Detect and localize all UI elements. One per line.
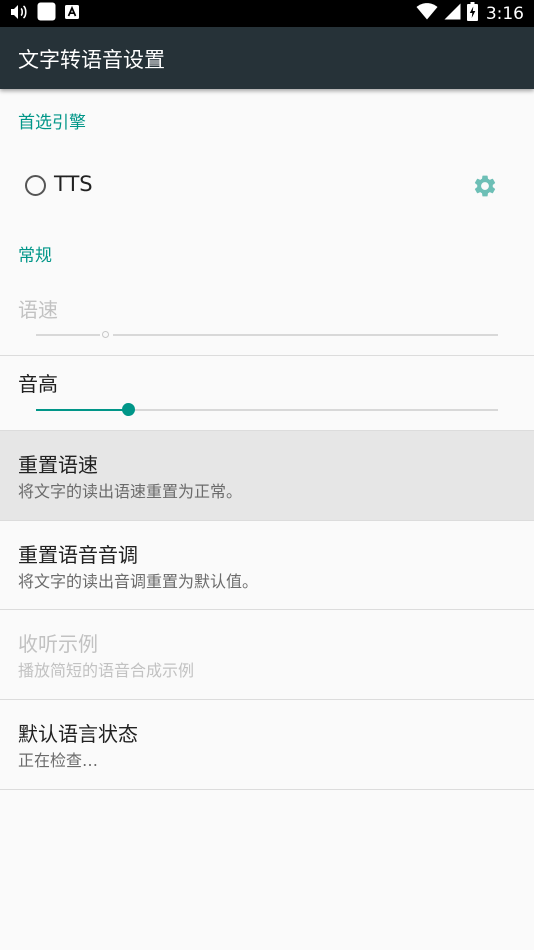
item-title: 收听示例: [18, 632, 98, 656]
reset-pitch-item[interactable]: 重置语音音调 将文字的读出音调重置为默认值。: [0, 521, 534, 610]
default-language-status-item[interactable]: 默认语言状态 正在检查…: [0, 700, 534, 789]
item-subtitle: 正在检查…: [18, 751, 99, 770]
item-title: 重置语音音调: [18, 543, 138, 567]
notification-square-icon: [37, 2, 56, 25]
pitch-track-inactive: [128, 409, 498, 411]
speech-rate-track-right: [113, 334, 498, 336]
divider: [0, 789, 534, 790]
battery-charging-icon: [466, 2, 478, 25]
item-title: 默认语言状态: [18, 722, 138, 746]
gear-icon[interactable]: [472, 173, 498, 203]
engine-label: TTS: [54, 172, 93, 196]
listen-example-item: 收听示例 播放简短的语音合成示例: [0, 610, 534, 699]
status-bar: 3:16: [0, 0, 534, 27]
app-bar: 文字转语音设置: [0, 27, 534, 89]
divider: [0, 355, 534, 356]
clock: 3:16: [485, 3, 524, 24]
item-subtitle: 将文字的读出语速重置为正常。: [18, 482, 243, 501]
volume-icon: [10, 4, 28, 24]
item-subtitle: 将文字的读出音调重置为默认值。: [18, 572, 259, 591]
engine-option-tts[interactable]: TTS: [0, 150, 534, 220]
engine-radio-button[interactable]: [25, 175, 46, 196]
pitch-thumb[interactable]: [122, 403, 135, 416]
pitch-label: 音高: [18, 372, 58, 396]
pitch-track-active: [36, 409, 128, 411]
a-notification-icon: [65, 4, 79, 23]
speech-rate-thumb[interactable]: [102, 331, 109, 338]
section-header-engine: 首选引擎: [18, 113, 86, 133]
wifi-icon: [416, 3, 438, 24]
section-header-general: 常规: [18, 246, 52, 266]
speech-rate-track-left: [36, 334, 100, 336]
signal-icon: [444, 3, 461, 24]
speech-rate-label: 语速: [18, 298, 58, 322]
item-subtitle: 播放简短的语音合成示例: [18, 661, 195, 680]
page-title: 文字转语音设置: [18, 48, 165, 72]
reset-speech-rate-item[interactable]: 重置语速 将文字的读出语速重置为正常。: [0, 431, 534, 520]
item-title: 重置语速: [18, 453, 98, 477]
